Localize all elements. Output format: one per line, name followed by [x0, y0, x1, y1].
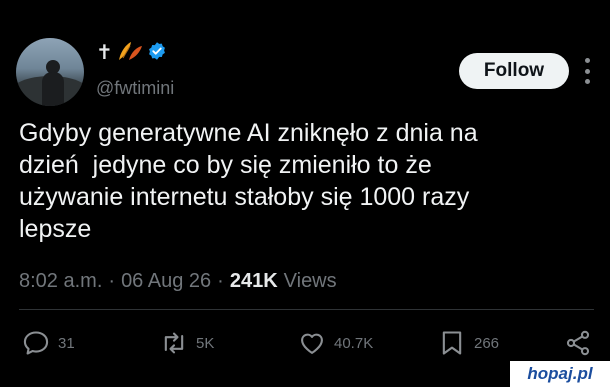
follow-button[interactable]: Follow	[459, 53, 569, 89]
meta-separator: ·	[217, 270, 224, 292]
like-count: 40.7K	[334, 334, 374, 352]
reply-count: 31	[58, 334, 75, 352]
repost-button[interactable]: 5K	[160, 326, 214, 360]
leaf-icon	[117, 40, 143, 67]
tweet-meta: 8:02 a.m. · 06 Aug 26 · 241K Views	[19, 270, 337, 293]
like-icon	[301, 333, 323, 354]
bookmark-button[interactable]: 266	[438, 326, 499, 360]
views-count: 241K	[229, 270, 278, 292]
bookmark-icon	[442, 331, 462, 355]
reply-button[interactable]: 31	[22, 326, 75, 360]
share-button[interactable]	[564, 326, 592, 360]
avatar[interactable]	[16, 38, 84, 106]
divider	[19, 309, 594, 310]
tweet-date[interactable]: 06 Aug 26	[121, 270, 211, 293]
tweet-time[interactable]: 8:02 a.m.	[19, 270, 102, 293]
reply-icon	[23, 331, 49, 355]
repost-icon	[164, 332, 184, 354]
like-button[interactable]: 40.7K	[298, 326, 373, 360]
meta-separator: ·	[108, 270, 116, 292]
views-label: Views	[283, 270, 337, 292]
author-name-row[interactable]: ✝	[96, 40, 167, 66]
author-handle[interactable]: @fwtimini	[96, 78, 174, 99]
avatar-person-silhouette	[42, 60, 64, 106]
bookmark-count: 266	[474, 334, 500, 352]
cross-icon: ✝	[96, 42, 113, 64]
verified-badge-icon	[147, 41, 167, 66]
site-watermark-logo: hopaj.pl	[510, 361, 610, 387]
repost-count: 5K	[196, 334, 215, 352]
tweet-card: ✝ @fwtimini Follow Gdyby generatywne AI …	[0, 0, 610, 387]
share-icon	[566, 330, 590, 356]
more-icon[interactable]	[584, 58, 590, 84]
action-bar: 31 5K 40.7K 266	[0, 326, 610, 360]
tweet-text: Gdyby generatywne AI zniknęło z dnia na …	[19, 119, 478, 243]
